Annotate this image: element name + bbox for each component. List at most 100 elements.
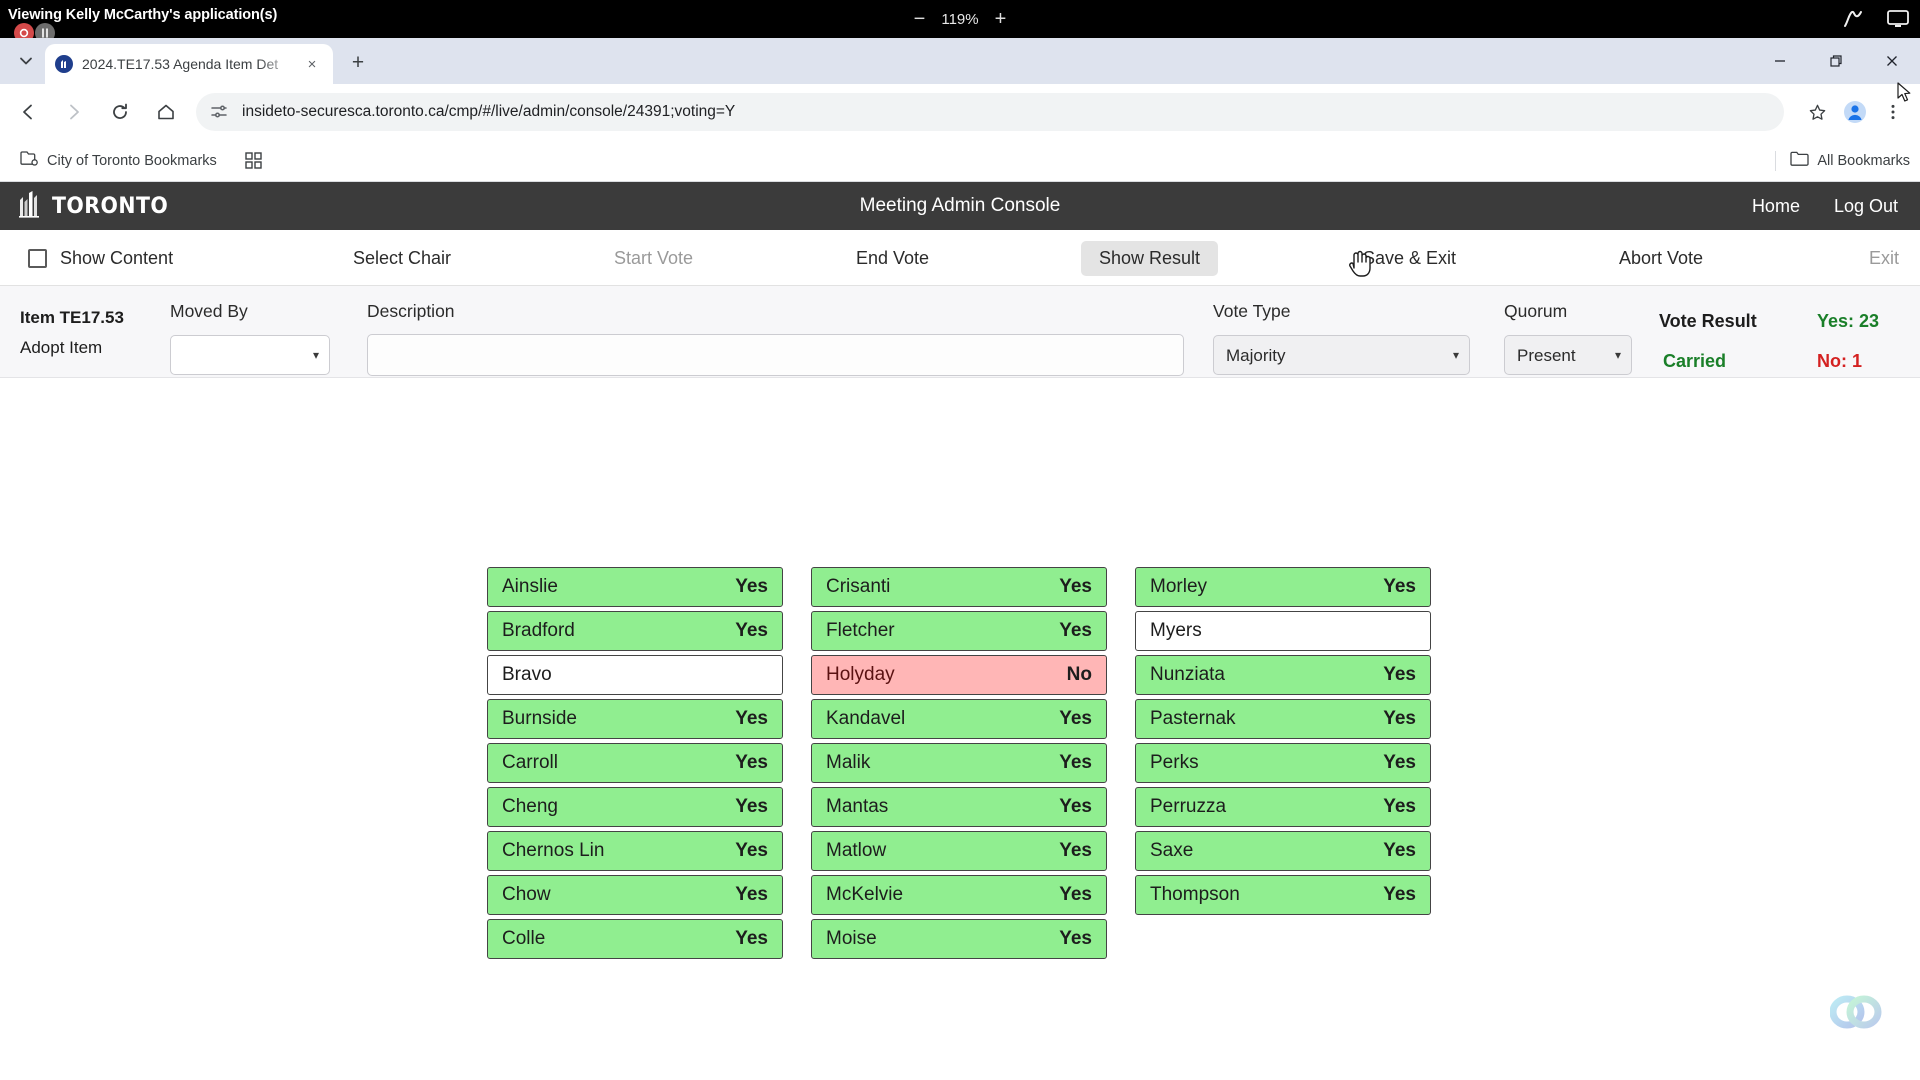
- moved-by-label: Moved By: [170, 301, 248, 321]
- table-row[interactable]: Perruzza Yes: [1135, 787, 1431, 827]
- member-vote: Yes: [1383, 576, 1416, 597]
- start-vote-label: Start Vote: [614, 247, 694, 268]
- profile-avatar-icon[interactable]: [1836, 93, 1874, 131]
- forward-button[interactable]: [56, 94, 92, 130]
- table-row[interactable]: Chernos Lin Yes: [487, 831, 783, 871]
- bookmark-folder-label: City of Toronto Bookmarks: [47, 152, 217, 169]
- new-tab-button[interactable]: +: [345, 49, 371, 75]
- close-tab-icon[interactable]: ×: [301, 53, 323, 75]
- member-name: Carroll: [502, 752, 558, 773]
- home-button[interactable]: [148, 94, 184, 130]
- table-row[interactable]: Myers: [1135, 611, 1431, 651]
- table-row[interactable]: McKelvie Yes: [811, 875, 1107, 915]
- table-row[interactable]: Holyday No: [811, 655, 1107, 695]
- bookmark-star-icon[interactable]: [1798, 93, 1836, 131]
- home-link[interactable]: Home: [1752, 196, 1800, 217]
- reload-button[interactable]: [102, 94, 138, 130]
- member-name: Burnside: [502, 708, 577, 729]
- table-row[interactable]: Perks Yes: [1135, 743, 1431, 783]
- app-title: Meeting Admin Console: [859, 195, 1061, 216]
- log-out-link[interactable]: Log Out: [1834, 196, 1898, 217]
- share-zoom-controls: − 119% +: [0, 0, 1920, 38]
- member-name: Chernos Lin: [502, 840, 605, 861]
- table-row[interactable]: Cheng Yes: [487, 787, 783, 827]
- bookmarks-divider: [1775, 150, 1777, 171]
- member-name: Perks: [1150, 752, 1199, 773]
- member-name: Pasternak: [1150, 708, 1236, 729]
- vote-column-1: Ainslie Yes Bradford Yes Bravo Burnside Yes…: [487, 567, 783, 963]
- address-bar[interactable]: insideto-securesca.toronto.ca/cmp/#/live…: [196, 93, 1784, 131]
- member-vote: Yes: [1383, 664, 1416, 685]
- apps-grid-icon[interactable]: [237, 148, 270, 173]
- annotate-icon[interactable]: [1842, 9, 1864, 29]
- table-row[interactable]: Saxe Yes: [1135, 831, 1431, 871]
- end-vote-button[interactable]: End Vote: [838, 230, 947, 286]
- web-page: TORONTO Meeting Admin Console Home Log O…: [0, 182, 1920, 1080]
- table-row[interactable]: Colle Yes: [487, 919, 783, 959]
- folder-settings-icon: [20, 150, 39, 171]
- save-and-exit-button[interactable]: Save & Exit: [1345, 230, 1474, 286]
- table-row[interactable]: Kandavel Yes: [811, 699, 1107, 739]
- table-row[interactable]: Morley Yes: [1135, 567, 1431, 607]
- abort-vote-button[interactable]: Abort Vote: [1601, 230, 1721, 286]
- table-row[interactable]: Bravo: [487, 655, 783, 695]
- table-row[interactable]: Moise Yes: [811, 919, 1107, 959]
- member-name: Myers: [1150, 620, 1202, 641]
- table-row[interactable]: Matlow Yes: [811, 831, 1107, 871]
- table-row[interactable]: Crisanti Yes: [811, 567, 1107, 607]
- zoom-out-button[interactable]: −: [914, 9, 926, 29]
- table-row[interactable]: Thompson Yes: [1135, 875, 1431, 915]
- vote-type-label: Vote Type: [1213, 301, 1291, 321]
- table-row[interactable]: Nunziata Yes: [1135, 655, 1431, 695]
- bookmark-folder-city-of-toronto[interactable]: City of Toronto Bookmarks: [12, 146, 225, 175]
- select-chair-button[interactable]: Select Chair: [335, 230, 469, 286]
- share-screen-icon[interactable]: [1886, 9, 1910, 29]
- table-row[interactable]: Burnside Yes: [487, 699, 783, 739]
- show-result-button[interactable]: Show Result: [1081, 230, 1219, 286]
- end-vote-label: End Vote: [856, 247, 930, 268]
- table-row[interactable]: Bradford Yes: [487, 611, 783, 651]
- vote-type-select[interactable]: Majority: [1213, 335, 1470, 375]
- all-bookmarks-button[interactable]: All Bookmarks: [1786, 147, 1920, 175]
- member-vote: Yes: [735, 620, 768, 641]
- table-row[interactable]: Chow Yes: [487, 875, 783, 915]
- restore-window-button[interactable]: [1808, 38, 1864, 84]
- moved-by-select-wrap: ▾: [170, 335, 330, 375]
- show-content-toggle[interactable]: Show Content: [28, 230, 173, 286]
- browser-tab[interactable]: 2024.TE17.53 Agenda Item Det ×: [45, 44, 333, 84]
- member-name: Bravo: [502, 664, 552, 685]
- quorum-group: Quorum Present ▾: [1504, 301, 1632, 375]
- table-row[interactable]: Malik Yes: [811, 743, 1107, 783]
- member-vote: Yes: [1059, 928, 1092, 949]
- show-content-checkbox[interactable]: [28, 248, 47, 268]
- zoom-in-button[interactable]: +: [995, 9, 1007, 29]
- url-text: insideto-securesca.toronto.ca/cmp/#/live…: [242, 103, 736, 120]
- tab-search-icon[interactable]: [12, 48, 40, 74]
- save-and-exit-label: Save & Exit: [1363, 247, 1457, 268]
- back-button[interactable]: [10, 94, 46, 130]
- exit-button: Exit: [1851, 230, 1917, 286]
- app-header: TORONTO Meeting Admin Console Home Log O…: [0, 182, 1920, 230]
- no-count-badge: No: 1: [1817, 351, 1862, 371]
- site-settings-icon[interactable]: [210, 103, 232, 121]
- member-vote: Yes: [735, 576, 768, 597]
- close-window-button[interactable]: [1864, 38, 1920, 84]
- table-row[interactable]: Carroll Yes: [487, 743, 783, 783]
- toronto-favicon: [55, 55, 73, 73]
- member-name: Moise: [826, 928, 877, 949]
- member-name: Chow: [502, 884, 551, 905]
- tab-strip: 2024.TE17.53 Agenda Item Det × +: [0, 38, 1920, 84]
- table-row[interactable]: Ainslie Yes: [487, 567, 783, 607]
- member-vote: Yes: [1383, 708, 1416, 729]
- table-row[interactable]: Fletcher Yes: [811, 611, 1107, 651]
- description-input[interactable]: [367, 334, 1184, 376]
- minimize-window-button[interactable]: [1752, 38, 1808, 84]
- member-vote: Yes: [1383, 840, 1416, 861]
- table-row[interactable]: Pasternak Yes: [1135, 699, 1431, 739]
- moved-by-select[interactable]: [170, 335, 330, 375]
- browser-menu-icon[interactable]: [1874, 93, 1912, 131]
- table-row[interactable]: Mantas Yes: [811, 787, 1107, 827]
- quorum-select[interactable]: Present: [1504, 335, 1632, 375]
- description-label: Description: [367, 301, 455, 321]
- item-action: Adopt Item: [20, 338, 103, 357]
